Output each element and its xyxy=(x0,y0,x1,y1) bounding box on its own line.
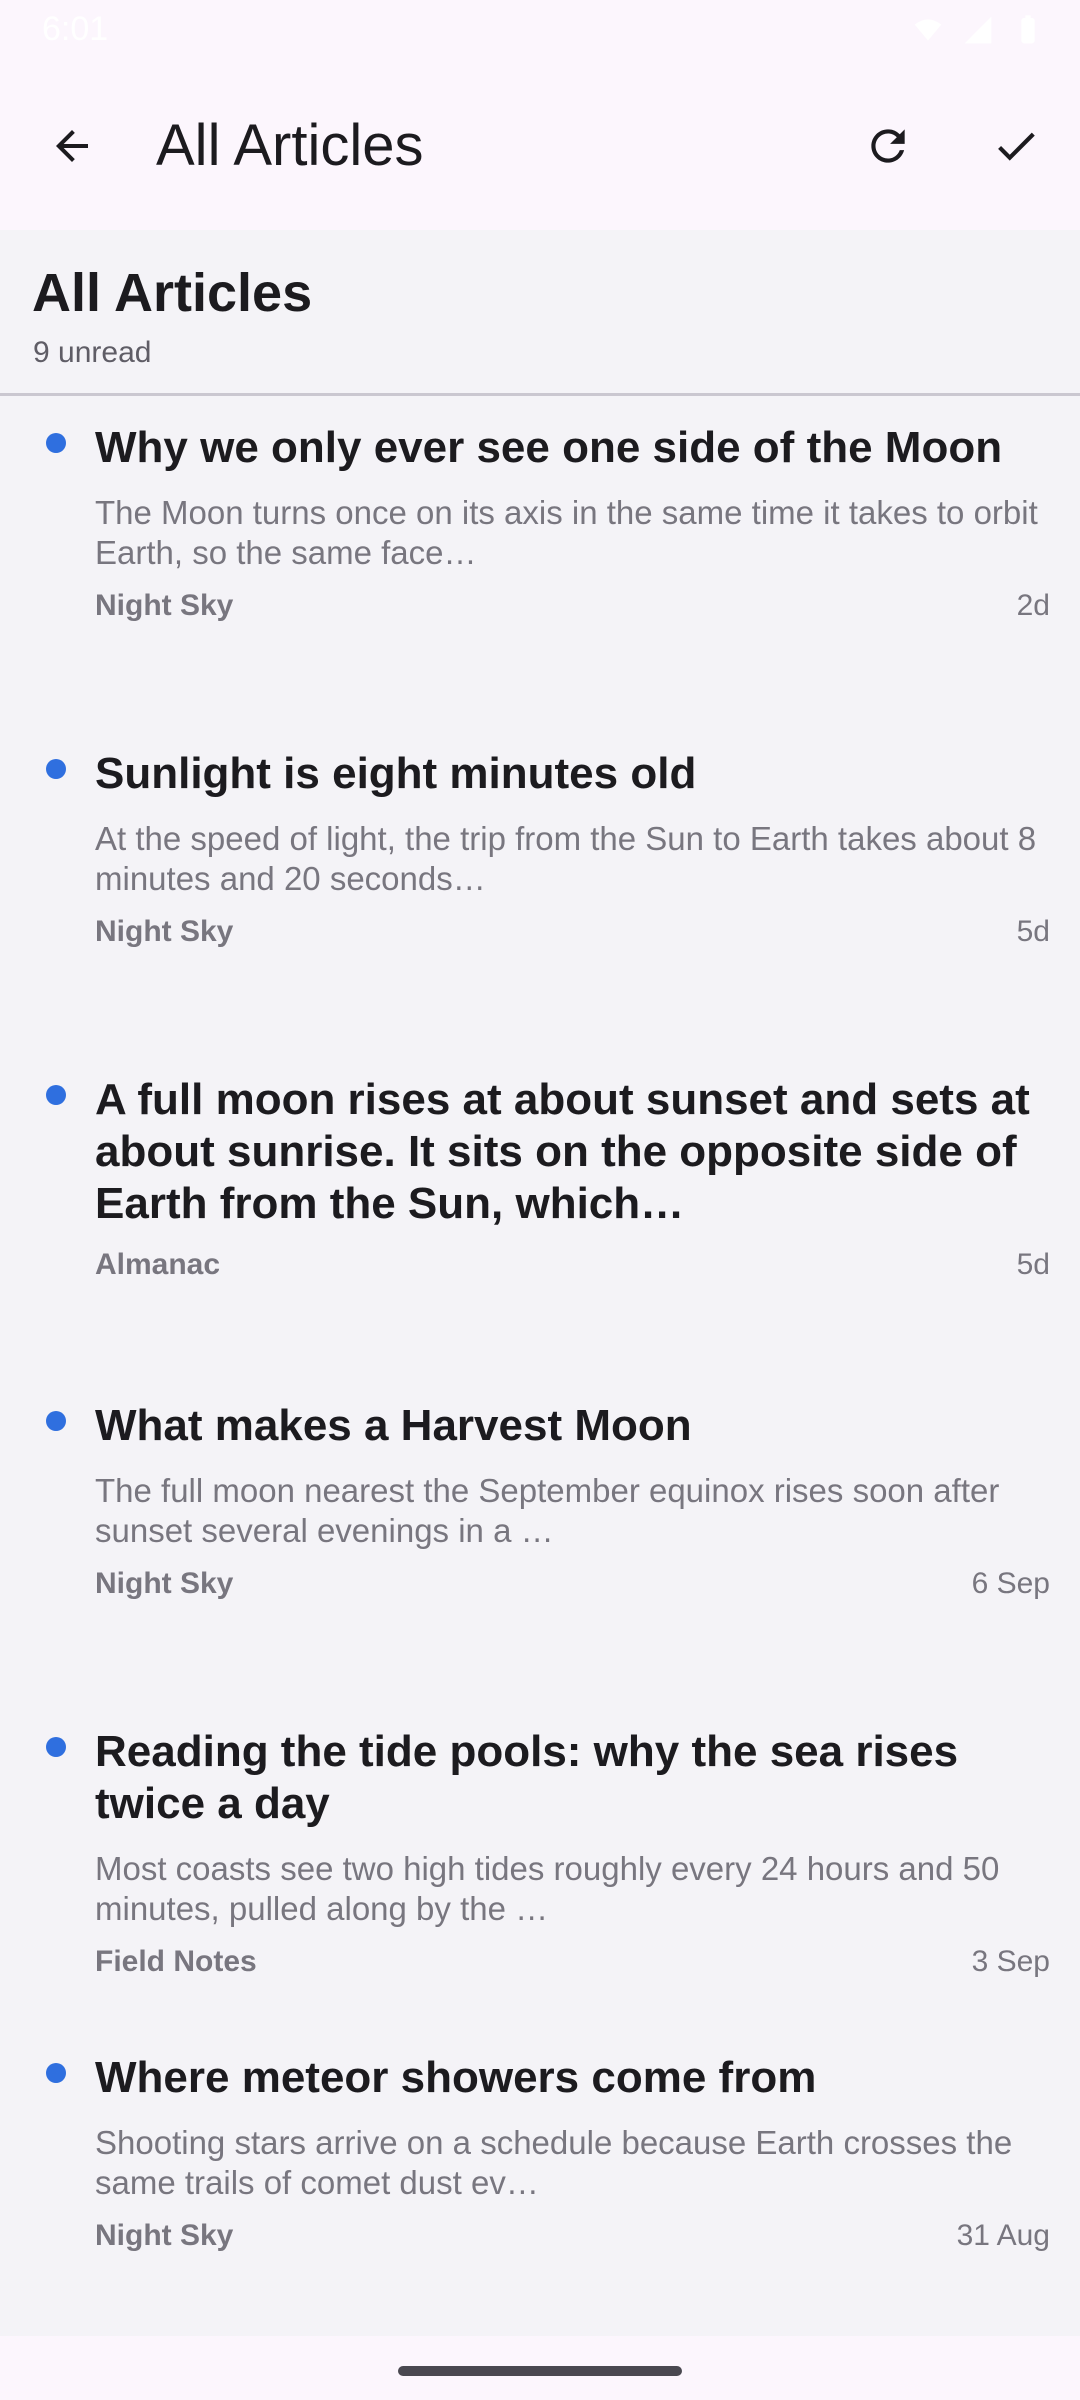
article-snippet: The Moon turns once on its axis in the s… xyxy=(95,494,1038,571)
unread-dot xyxy=(46,759,66,779)
article-item[interactable]: What makes a Harvest Moon The full moon … xyxy=(0,1378,1080,1688)
unread-dot xyxy=(46,1737,66,1757)
unread-count: 9 unread xyxy=(33,336,152,369)
unread-dot xyxy=(46,1085,66,1105)
article-title: A full moon rises at about sunset and se… xyxy=(95,1075,1030,1228)
article-source: Almanac xyxy=(95,1248,221,1281)
article-snippet: At the speed of light, the trip from the… xyxy=(95,820,1037,897)
article-title: Why we only ever see one side of the Moo… xyxy=(95,423,1003,472)
article-item[interactable]: Why we only ever see one side of the Moo… xyxy=(0,400,1080,710)
battery-icon xyxy=(1012,14,1044,46)
article-title: What makes a Harvest Moon xyxy=(95,1401,692,1450)
list-header: All Articles 9 unread xyxy=(0,230,1080,396)
app-bar-title: All Articles xyxy=(156,113,424,178)
article-title: Reading the tide pools: why the sea rise… xyxy=(95,1727,959,1828)
top-app-bar: All Articles xyxy=(0,64,1080,230)
refresh-icon[interactable] xyxy=(856,114,920,178)
status-time: 6:01 xyxy=(42,10,109,48)
list-header-title: All Articles xyxy=(32,263,313,323)
article-age: 6 Sep xyxy=(971,1567,1050,1600)
article-source: Night Sky xyxy=(95,2219,234,2252)
article-age: 3 Sep xyxy=(971,1945,1050,1978)
article-source: Night Sky xyxy=(95,915,234,948)
status-icons xyxy=(912,14,1044,46)
wifi-icon xyxy=(912,14,944,46)
article-age: 5d xyxy=(1016,1248,1050,1281)
unread-dot xyxy=(46,1411,66,1431)
article-item[interactable]: A full moon rises at about sunset and se… xyxy=(0,1052,1080,1362)
check-icon[interactable] xyxy=(984,114,1048,178)
article-item[interactable]: Where meteor showers come from Shooting … xyxy=(0,2030,1080,2330)
status-bar: 6:01 xyxy=(0,0,1080,64)
unread-dot xyxy=(46,433,66,453)
article-source: Night Sky xyxy=(95,589,234,622)
gesture-nav-bar xyxy=(0,2336,1080,2400)
unread-dot xyxy=(46,2063,66,2083)
article-snippet: Most coasts see two high tides roughly e… xyxy=(95,1850,1000,1927)
gesture-handle[interactable] xyxy=(398,2366,682,2376)
signal-icon xyxy=(962,14,994,46)
article-age: 5d xyxy=(1016,915,1050,948)
article-source: Field Notes xyxy=(95,1945,257,1978)
article-snippet: The full moon nearest the September equi… xyxy=(95,1472,1000,1549)
article-item[interactable]: Sunlight is eight minutes old At the spe… xyxy=(0,726,1080,1036)
article-age: 2d xyxy=(1016,589,1050,622)
article-age: 31 Aug xyxy=(956,2219,1050,2252)
article-source: Night Sky xyxy=(95,1567,234,1600)
article-item[interactable]: Reading the tide pools: why the sea rise… xyxy=(0,1704,1080,2014)
article-title: Sunlight is eight minutes old xyxy=(95,749,697,798)
back-arrow-icon[interactable] xyxy=(40,114,104,178)
article-snippet: Shooting stars arrive on a schedule beca… xyxy=(95,2124,1013,2201)
article-title: Where meteor showers come from xyxy=(95,2053,817,2102)
